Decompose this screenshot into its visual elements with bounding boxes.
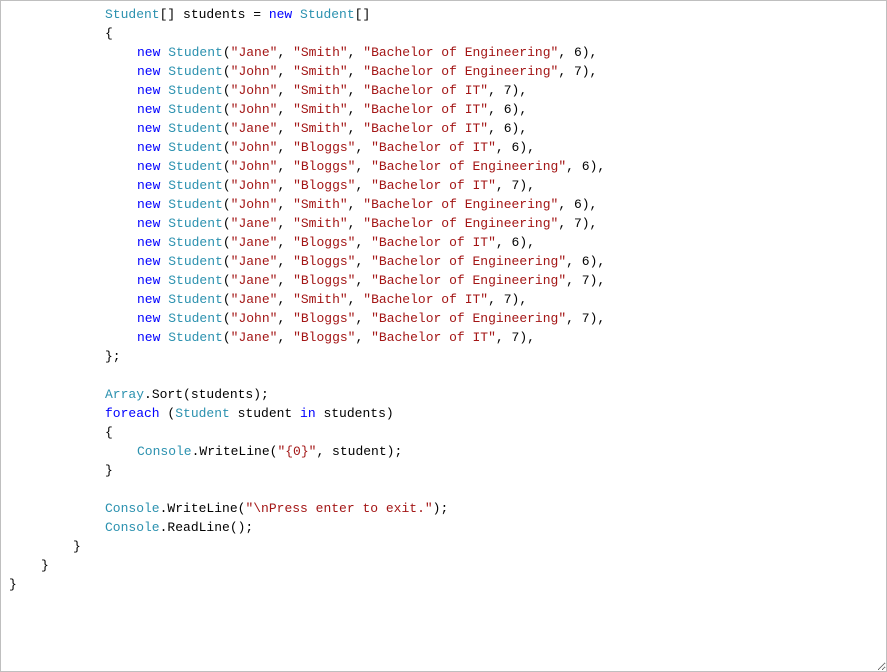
student-entry: new Student("John", "Bloggs", "Bachelor … — [1, 309, 886, 328]
method-close-brace: } — [1, 537, 886, 556]
student-entry: new Student("John", "Smith", "Bachelor o… — [1, 100, 886, 119]
student-entry: new Student("Jane", "Smith", "Bachelor o… — [1, 214, 886, 233]
student-entry: new Student("Jane", "Smith", "Bachelor o… — [1, 119, 886, 138]
foreach-close-brace: } — [1, 461, 886, 480]
code-snippet-frame: Student[] students = new Student[]{new S… — [0, 0, 887, 672]
student-entry: new Student("Jane", "Bloggs", "Bachelor … — [1, 233, 886, 252]
student-entry: new Student("John", "Bloggs", "Bachelor … — [1, 157, 886, 176]
student-entry: new Student("John", "Smith", "Bachelor o… — [1, 195, 886, 214]
blank-line — [1, 366, 886, 385]
array-open-brace: { — [1, 24, 886, 43]
student-entry: new Student("Jane", "Smith", "Bachelor o… — [1, 43, 886, 62]
blank-line — [1, 480, 886, 499]
student-entry: new Student("John", "Smith", "Bachelor o… — [1, 81, 886, 100]
declaration-line: Student[] students = new Student[] — [1, 5, 886, 24]
student-entry: new Student("John", "Smith", "Bachelor o… — [1, 62, 886, 81]
writeline-student: Console.WriteLine("{0}", student); — [1, 442, 886, 461]
student-entry: new Student("John", "Bloggs", "Bachelor … — [1, 138, 886, 157]
student-entry: new Student("John", "Bloggs", "Bachelor … — [1, 176, 886, 195]
student-entry: new Student("Jane", "Bloggs", "Bachelor … — [1, 328, 886, 347]
student-entry: new Student("Jane", "Bloggs", "Bachelor … — [1, 252, 886, 271]
namespace-close-brace: } — [1, 575, 886, 594]
student-entry: new Student("Jane", "Smith", "Bachelor o… — [1, 290, 886, 309]
writeline-exit: Console.WriteLine("\nPress enter to exit… — [1, 499, 886, 518]
array-close-brace: }; — [1, 347, 886, 366]
student-entry: new Student("Jane", "Bloggs", "Bachelor … — [1, 271, 886, 290]
code-block: Student[] students = new Student[]{new S… — [1, 1, 886, 594]
foreach-open-brace: { — [1, 423, 886, 442]
foreach-line: foreach (Student student in students) — [1, 404, 886, 423]
sort-call: Array.Sort(students); — [1, 385, 886, 404]
class-close-brace: } — [1, 556, 886, 575]
readline-call: Console.ReadLine(); — [1, 518, 886, 537]
